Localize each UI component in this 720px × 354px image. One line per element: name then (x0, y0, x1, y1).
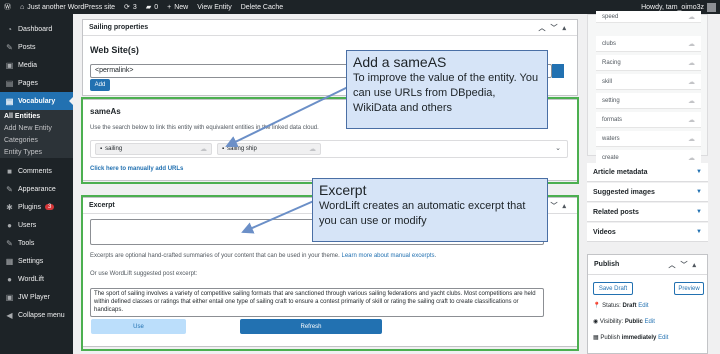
publish-title: Publish (594, 261, 620, 268)
entity-type-setting[interactable]: setting ☁ (596, 93, 701, 109)
cloud-icon: ☁ (688, 78, 695, 86)
chevron-down-icon: ▼ (696, 169, 702, 175)
cloud-icon: ☁ (688, 97, 695, 105)
sameas-arrow (225, 86, 349, 148)
chevron-down-icon: ▼ (696, 209, 702, 215)
metabox-suggested-images[interactable]: Suggested images ▼ (587, 183, 708, 202)
metabox-videos[interactable]: Videos ▼ (587, 223, 708, 242)
eye-icon: ◉ (593, 319, 599, 325)
edit-date-link[interactable]: Edit (658, 335, 668, 341)
entity-type-skill[interactable]: skill ☁ (596, 74, 701, 90)
entity-type-waters[interactable]: waters ☁ (596, 131, 701, 147)
pin-icon: 📍 (593, 303, 601, 309)
entity-types-box: speed ☁ clubs ☁ Racing ☁ skill ☁ setting ☁ formats… (587, 11, 708, 166)
calendar-icon: ▦ (593, 335, 599, 341)
edit-visibility-link[interactable]: Edit (645, 319, 655, 325)
edit-status-link[interactable]: Edit (638, 303, 648, 309)
entity-type-speed[interactable]: speed ☁ (596, 11, 701, 23)
entity-type-clubs[interactable]: clubs ☁ (596, 36, 701, 52)
chevron-down-icon: ▼ (696, 189, 702, 195)
metabox-article-metadata[interactable]: Article metadata ▼ (587, 163, 708, 182)
cloud-icon: ☁ (688, 154, 695, 162)
cloud-icon: ☁ (688, 116, 695, 124)
cloud-icon: ☁ (688, 135, 695, 143)
publish-box: Publish ︿﹀▴ Save Draft Preview 📍 Status: … (587, 254, 708, 354)
sameas-callout: Add a sameAS To improve the value of the… (346, 50, 548, 129)
box-controls[interactable]: ︿﹀▴ (668, 260, 701, 270)
entity-type-racing[interactable]: Racing ☁ (596, 55, 701, 71)
metabox-related-posts[interactable]: Related posts ▼ (587, 203, 708, 222)
publish-time-row: ▦ Publish immediately Edit (593, 335, 669, 341)
visibility-row: ◉ Visibility: Public Edit (593, 319, 655, 325)
chevron-down-icon: ▼ (696, 229, 702, 235)
save-draft-button[interactable]: Save Draft (593, 282, 633, 295)
excerpt-arrow (241, 199, 317, 234)
entity-type-formats[interactable]: formats ☁ (596, 112, 701, 128)
status-row: 📍 Status: Draft Edit (593, 303, 649, 309)
cloud-icon: ☁ (688, 13, 695, 21)
excerpt-callout: Excerpt WordLift creates an automatic ex… (312, 178, 548, 242)
cloud-icon: ☁ (688, 59, 695, 67)
cloud-icon: ☁ (688, 40, 695, 48)
preview-button[interactable]: Preview (674, 282, 704, 295)
